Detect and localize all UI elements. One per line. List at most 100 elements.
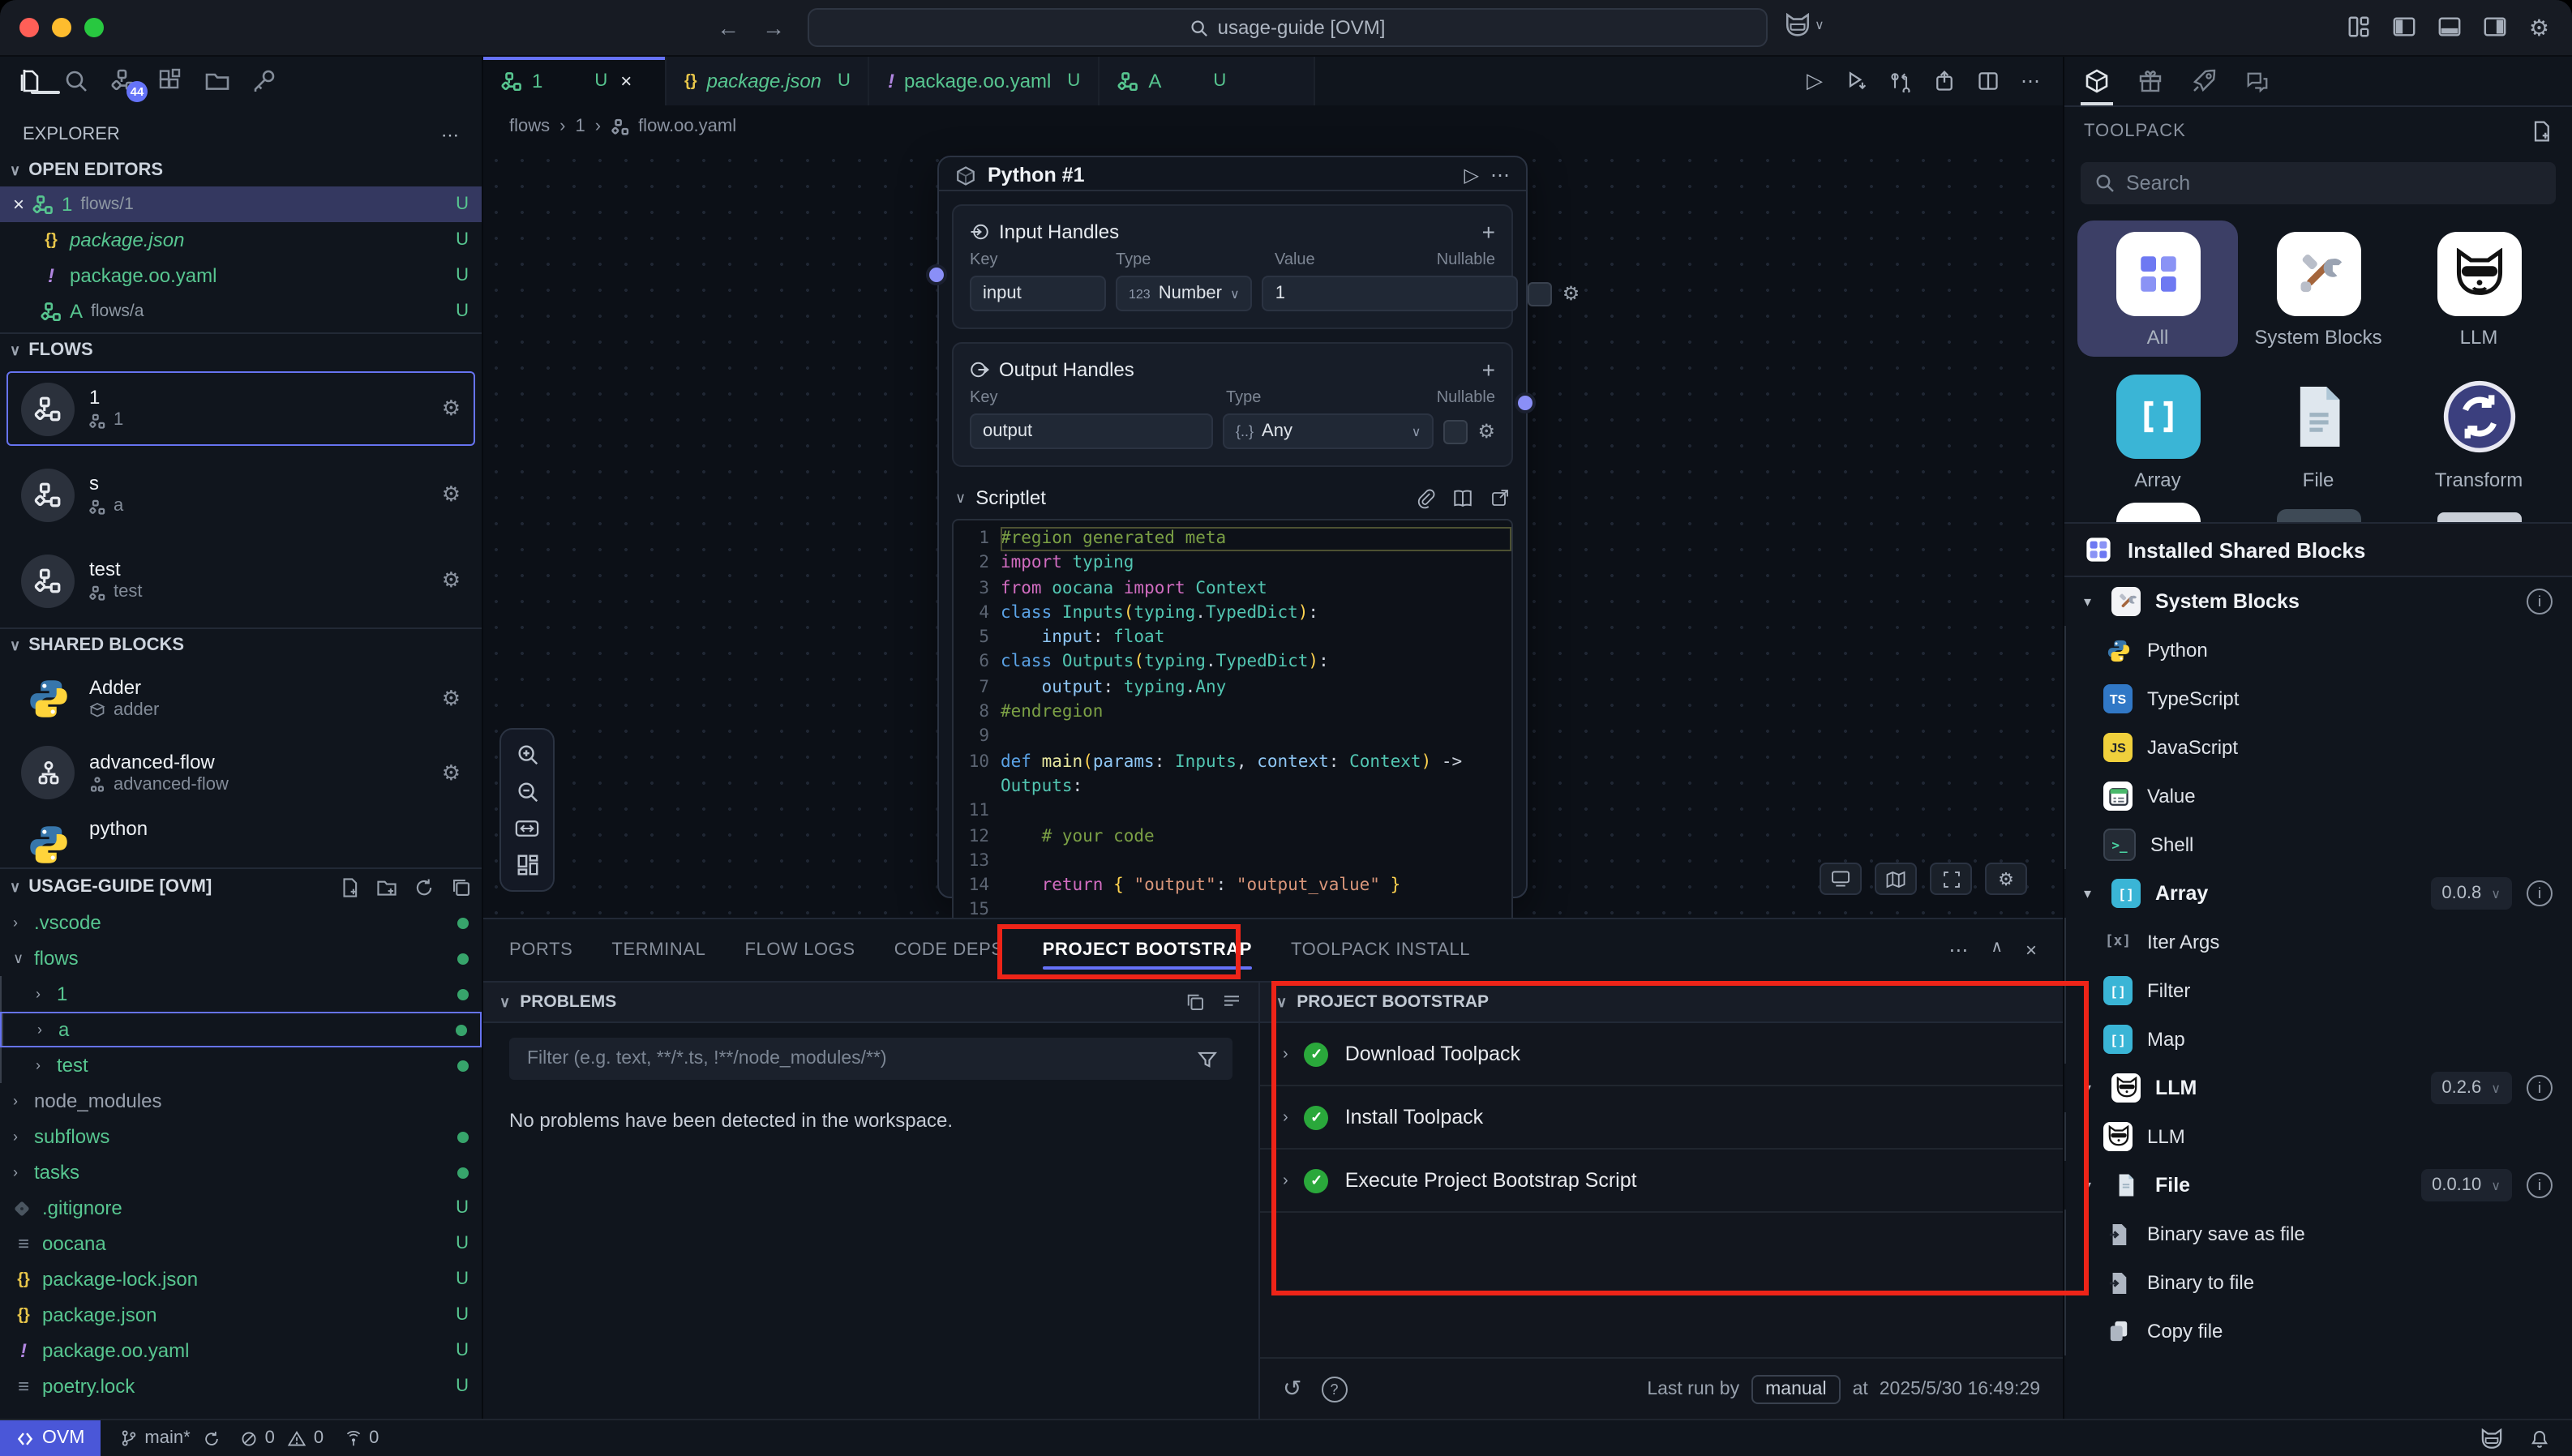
- zoom-in-icon[interactable]: [515, 743, 539, 767]
- version-select[interactable]: 0.0.8∨: [2430, 877, 2512, 910]
- toolpack-tab-icon[interactable]: [2084, 68, 2110, 94]
- sync-icon[interactable]: [204, 1429, 221, 1447]
- close-icon[interactable]: ×: [13, 193, 24, 216]
- tree-item[interactable]: ›subflows: [0, 1119, 482, 1154]
- minimize-window-button[interactable]: [52, 18, 71, 37]
- editor-tab-package-json[interactable]: {} package.json U: [667, 57, 870, 105]
- close-window-button[interactable]: [19, 18, 39, 37]
- gear-icon[interactable]: ⚙: [442, 482, 461, 507]
- rocket-tab-icon[interactable]: [2191, 68, 2217, 94]
- attach-icon[interactable]: [1416, 487, 1435, 508]
- gift-tab-icon[interactable]: [2137, 68, 2163, 94]
- open-editor-item[interactable]: {} package.json U: [0, 222, 482, 258]
- code-line[interactable]: 12 # your code: [954, 824, 1511, 850]
- maximize-window-button[interactable]: [84, 18, 104, 37]
- category-file[interactable]: File: [2238, 363, 2398, 499]
- tree-item[interactable]: !package.oo.yamlU: [0, 1333, 482, 1368]
- info-icon[interactable]: i: [2527, 589, 2553, 615]
- rerun-icon[interactable]: ↺: [1283, 1375, 1301, 1402]
- command-center-search[interactable]: usage-guide [OVM]: [808, 8, 1768, 47]
- flow-canvas[interactable]: Python #1 ▷ ⋯ Input Handles +: [483, 148, 2063, 918]
- code-line[interactable]: 6class Outputs(typing.TypedDict):: [954, 651, 1511, 676]
- breadcrumb-segment[interactable]: flows: [509, 117, 550, 136]
- version-select[interactable]: 0.2.6∨: [2430, 1072, 2512, 1104]
- fit-view-icon[interactable]: [514, 817, 540, 840]
- block-llm[interactable]: LLM: [2064, 1112, 2572, 1161]
- run-flow-icon[interactable]: ▷: [1807, 68, 1823, 94]
- tree-item[interactable]: ›node_modules: [0, 1083, 482, 1119]
- shared-blocks-section-header[interactable]: ∨ SHARED BLOCKS: [0, 627, 482, 662]
- problems-indicator[interactable]: 0 0: [241, 1428, 324, 1448]
- run-below-icon[interactable]: [1844, 70, 1868, 92]
- code-line[interactable]: 2import typing: [954, 552, 1511, 577]
- explorer-more-icon[interactable]: ⋯: [441, 124, 459, 145]
- tree-item[interactable]: {}package-lock.jsonU: [0, 1261, 482, 1297]
- python-node[interactable]: Python #1 ▷ ⋯ Input Handles +: [937, 156, 1528, 898]
- project-bootstrap-header[interactable]: ∨ PROJECT BOOTSTRAP: [1260, 981, 2063, 1023]
- editor-tab-flow-a[interactable]: A U: [1100, 57, 1315, 105]
- filter-icon[interactable]: [1197, 1048, 1218, 1069]
- split-editor-icon[interactable]: [1977, 70, 2000, 92]
- settings-gear-icon[interactable]: ⚙: [2529, 14, 2549, 41]
- collapse-view-icon[interactable]: [1185, 992, 1205, 1012]
- chevron-right-icon[interactable]: ›: [1283, 1045, 1288, 1063]
- open-editor-item[interactable]: ! package.oo.yaml U: [0, 258, 482, 293]
- block-binary-to-file[interactable]: Binary to file: [2064, 1258, 2572, 1307]
- problems-filter-input[interactable]: [524, 1047, 1197, 1070]
- bootstrap-step[interactable]: › ✓ Install Toolpack: [1260, 1086, 2063, 1150]
- scriptlet-code-editor[interactable]: 1#region generated meta2import typing3fr…: [952, 519, 1513, 932]
- chevron-right-icon[interactable]: ›: [1283, 1171, 1288, 1189]
- assistant-fox-icon[interactable]: [2480, 1428, 2504, 1449]
- tree-item[interactable]: {}package.jsonU: [0, 1297, 482, 1333]
- tab-code-deps[interactable]: CODE DEPS: [894, 931, 1004, 970]
- output-port[interactable]: [1515, 392, 1536, 413]
- block-python[interactable]: Python: [2064, 626, 2572, 674]
- node-more-icon[interactable]: ⋯: [1490, 164, 1510, 186]
- layout-customize-icon[interactable]: [2347, 14, 2372, 38]
- open-editors-header[interactable]: ∨ OPEN EDITORS: [0, 154, 482, 186]
- group-llm[interactable]: ▾ LLM 0.2.6∨ i: [2064, 1064, 2572, 1112]
- breadcrumb[interactable]: flows › 1 › flow.oo.yaml: [483, 105, 2063, 148]
- flow-card[interactable]: test test ⚙: [6, 543, 475, 618]
- search-activity-icon[interactable]: [63, 68, 89, 94]
- run-mode-badge[interactable]: manual: [1751, 1374, 1841, 1403]
- output-type-select[interactable]: {..} Any ∨: [1223, 413, 1434, 449]
- tab-toolpack-install[interactable]: TOOLPACK INSTALL: [1291, 931, 1470, 970]
- code-line[interactable]: 14 return { "output": "output_value" }: [954, 874, 1511, 899]
- block-value[interactable]: Value: [2064, 772, 2572, 820]
- tab-project-bootstrap[interactable]: PROJECT BOOTSTRAP: [1043, 931, 1252, 970]
- add-input-handle-icon[interactable]: +: [1482, 219, 1495, 245]
- refresh-icon[interactable]: [414, 876, 435, 897]
- open-external-icon[interactable]: [1490, 487, 1510, 507]
- tree-item[interactable]: ≡poetry.lockU: [0, 1368, 482, 1404]
- compare-changes-icon[interactable]: [1889, 70, 1912, 92]
- explorer-activity-icon[interactable]: [16, 68, 42, 94]
- tab-flow-logs[interactable]: FLOW LOGS: [744, 931, 855, 970]
- block-filter[interactable]: [ ]Filter: [2064, 966, 2572, 1015]
- breadcrumb-segment[interactable]: flow.oo.yaml: [638, 117, 736, 136]
- scriptlet-header[interactable]: ∨ Scriptlet: [952, 480, 1513, 516]
- category-all[interactable]: All: [2077, 221, 2238, 357]
- block-binary-save-as-file[interactable]: Binary save as file: [2064, 1210, 2572, 1258]
- editor-tab-flow-1[interactable]: 1 U ×: [483, 57, 667, 105]
- code-line[interactable]: 10def main(params: Inputs, context: Cont…: [954, 750, 1511, 799]
- breadcrumb-segment[interactable]: 1: [575, 117, 585, 136]
- code-line[interactable]: 1#region generated meta: [954, 527, 1511, 552]
- code-line[interactable]: 8#endregion: [954, 700, 1511, 726]
- tree-item-selected[interactable]: ›a: [0, 1012, 482, 1047]
- flows-section-header[interactable]: ∨ FLOWS: [0, 332, 482, 366]
- tab-ports[interactable]: PORTS: [509, 931, 572, 970]
- group-system-blocks[interactable]: ▾ System Blocks i: [2064, 577, 2572, 626]
- input-port[interactable]: [926, 264, 947, 285]
- new-file-icon[interactable]: [339, 876, 360, 897]
- run-node-icon[interactable]: ▷: [1464, 164, 1479, 186]
- open-editor-item[interactable]: × 1 flows/1 U: [0, 186, 482, 222]
- flow-card[interactable]: 1 1 ⚙: [6, 371, 475, 446]
- tree-item[interactable]: ›test: [0, 1047, 482, 1083]
- code-line[interactable]: 9: [954, 726, 1511, 751]
- gear-icon[interactable]: ⚙: [442, 567, 461, 593]
- git-branch-indicator[interactable]: main*: [120, 1428, 221, 1448]
- canvas-settings-button[interactable]: ⚙: [1985, 863, 2027, 895]
- category-llm[interactable]: LLM: [2398, 221, 2559, 357]
- code-line[interactable]: 5 input: float: [954, 626, 1511, 651]
